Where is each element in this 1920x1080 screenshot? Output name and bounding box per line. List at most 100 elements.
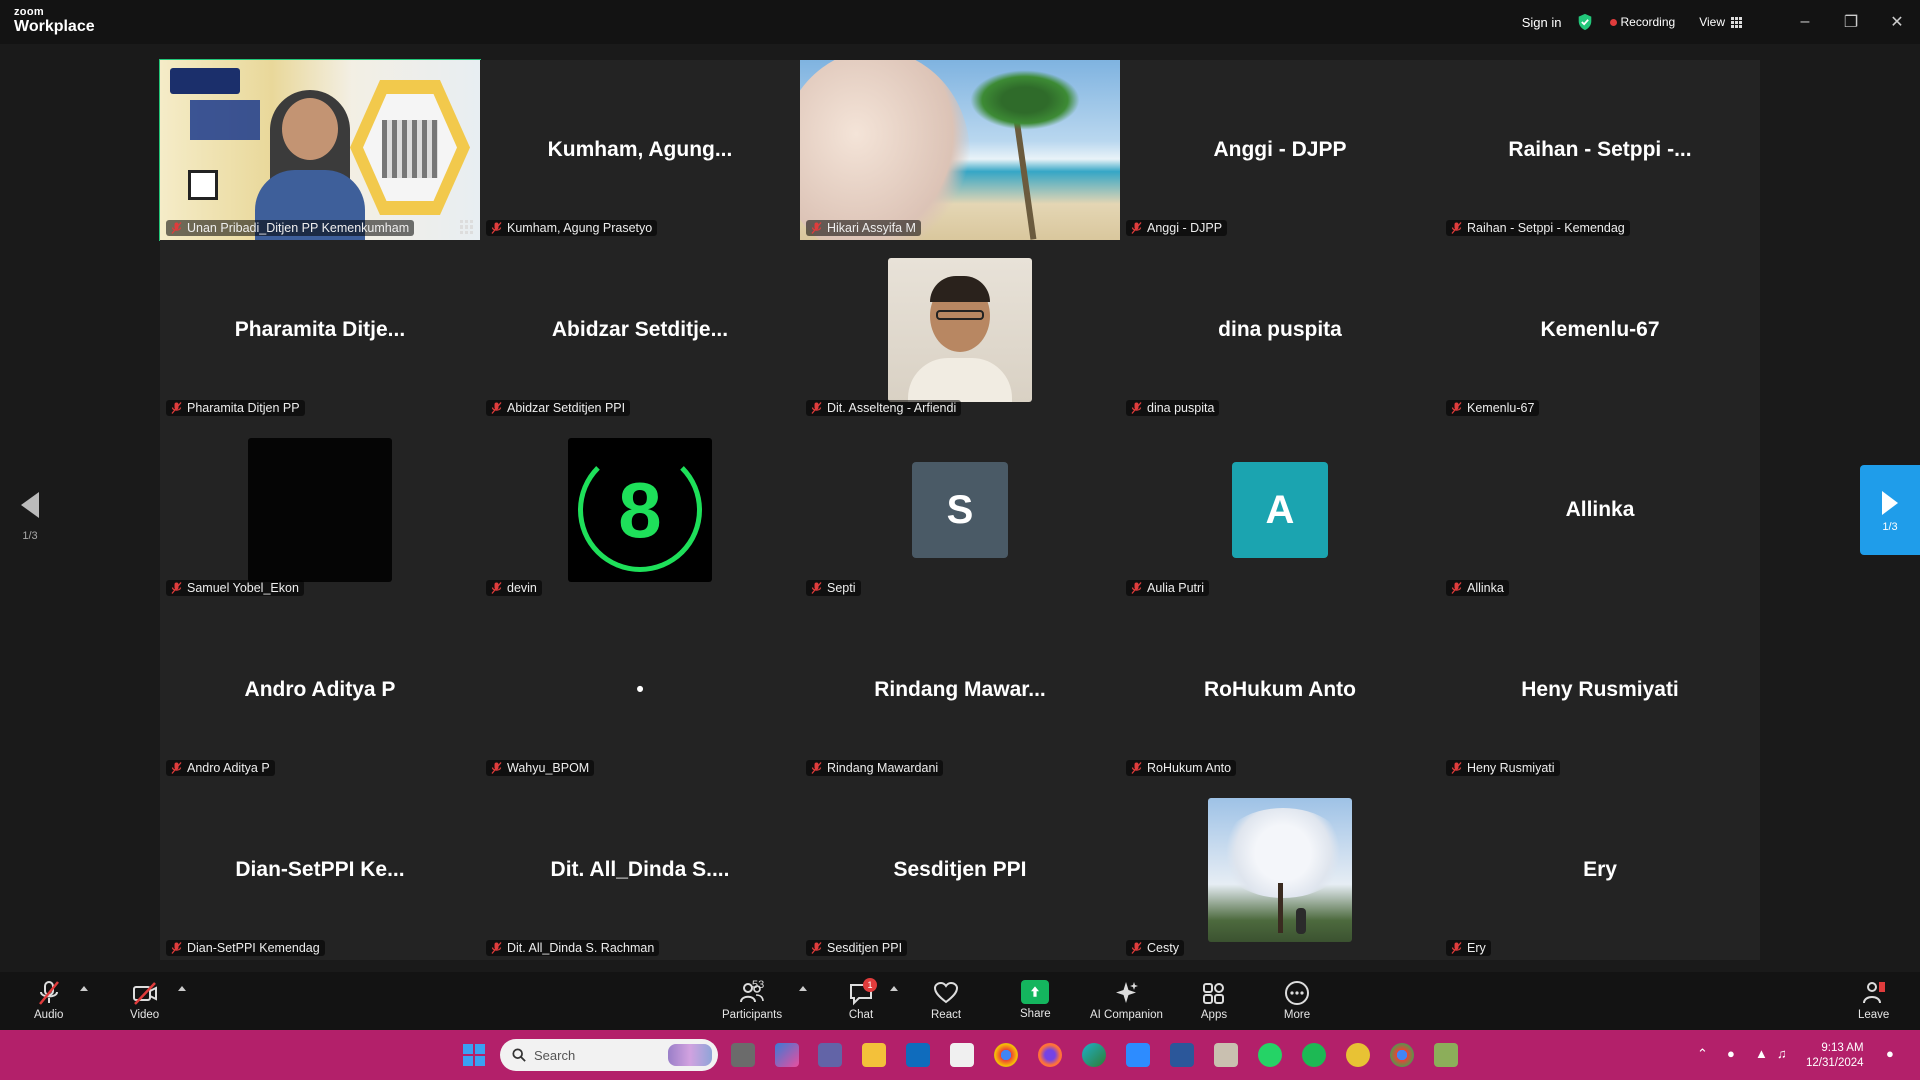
app-icon-9[interactable]	[1214, 1043, 1238, 1067]
previous-page-button[interactable]: 1/3	[16, 492, 44, 548]
participant-tile[interactable]: Abidzar Setditje... Abidzar Setditjen PPI	[480, 240, 800, 420]
participants-button[interactable]: 53 Participants	[722, 979, 782, 1021]
mic-muted-icon	[811, 222, 822, 234]
mic-muted-icon	[171, 582, 182, 594]
participant-tile[interactable]: Heny Rusmiyati Heny Rusmiyati	[1440, 600, 1760, 780]
participant-tile[interactable]: Pharamita Ditje... Pharamita Ditjen PP	[160, 240, 480, 420]
more-button[interactable]: More	[1283, 980, 1311, 1021]
firefox-icon[interactable]	[1038, 1043, 1062, 1067]
copilot-icon[interactable]	[775, 1043, 799, 1067]
whatsapp-icon[interactable]	[1258, 1043, 1282, 1067]
share-label: Share	[1020, 1008, 1051, 1020]
participant-tile[interactable]: Kemenlu-67 Kemenlu-67	[1440, 240, 1760, 420]
video-options-chevron-icon[interactable]	[178, 986, 186, 991]
microsoft-store-icon[interactable]	[950, 1043, 974, 1067]
participant-display-name: Ery	[1583, 858, 1617, 881]
apps-button[interactable]: Apps	[1200, 980, 1228, 1021]
speaker-icon[interactable]: ♫	[1777, 1046, 1787, 1061]
participant-tile[interactable]: Raihan - Setppi -... Raihan - Setppi - Ke…	[1440, 60, 1760, 240]
restore-button[interactable]: ❐	[1828, 0, 1874, 44]
outlook-icon[interactable]	[906, 1043, 930, 1067]
mic-muted-icon	[811, 402, 822, 414]
app-icon-14[interactable]	[1434, 1043, 1458, 1067]
more-label: More	[1283, 1009, 1311, 1021]
participant-tile[interactable]: Allinka Allinka	[1440, 420, 1760, 600]
windows-start-icon[interactable]	[463, 1044, 485, 1066]
participant-tile[interactable]: • Wahyu_BPOM	[480, 600, 800, 780]
participant-name: Pharamita Ditjen PP	[187, 401, 300, 415]
participant-tile[interactable]: S Septi	[800, 420, 1120, 600]
shield-check-icon[interactable]	[1576, 13, 1594, 31]
participant-name: devin	[507, 581, 537, 595]
taskbar-search-box[interactable]: Search	[500, 1039, 718, 1071]
participant-tile[interactable]: dina puspita dina puspita	[1120, 240, 1440, 420]
participant-tile[interactable]: Dit. Asselteng - Arfiendi	[800, 240, 1120, 420]
participant-tile[interactable]: Andro Aditya P Andro Aditya P	[160, 600, 480, 780]
participant-tile[interactable]: Samuel Yobel_Ekon	[160, 420, 480, 600]
meeting-toolbar: Audio Video 53 Participants 1 Chat React…	[0, 972, 1920, 1030]
teams-icon[interactable]	[818, 1043, 842, 1067]
task-view-icon[interactable]	[731, 1043, 755, 1067]
participant-name: Samuel Yobel_Ekon	[187, 581, 299, 595]
wifi-icon[interactable]: ▲	[1755, 1046, 1768, 1061]
more-icon	[1285, 981, 1309, 1005]
participant-tile[interactable]: Dit. All_Dinda S.... Dit. All_Dinda S. Ra…	[480, 780, 800, 960]
audio-options-chevron-icon[interactable]	[80, 986, 88, 991]
participant-name-label: Raihan - Setppi - Kemendag	[1446, 220, 1630, 236]
participant-tile[interactable]: RoHukum Anto RoHukum Anto	[1120, 600, 1440, 780]
participant-tile[interactable]: Ery Ery	[1440, 780, 1760, 960]
participant-tile[interactable]: 8 devin	[480, 420, 800, 600]
chat-options-chevron-icon[interactable]	[890, 986, 898, 991]
participant-tile[interactable]: Kumham, Agung... Kumham, Agung Prasetyo	[480, 60, 800, 240]
close-button[interactable]: ✕	[1874, 0, 1920, 44]
participant-tile[interactable]: Cesty	[1120, 780, 1440, 960]
mic-muted-icon	[171, 402, 182, 414]
participant-name-label: Abidzar Setditjen PPI	[486, 400, 631, 416]
view-button[interactable]: View	[1699, 15, 1742, 29]
drag-handle-icon[interactable]	[460, 220, 474, 234]
app-icon-12[interactable]	[1346, 1043, 1370, 1067]
spotify-icon[interactable]	[1302, 1043, 1326, 1067]
minimize-button[interactable]: –	[1782, 0, 1828, 44]
share-button[interactable]: Share	[1020, 980, 1051, 1020]
participant-tile[interactable]: Dian-SetPPI Ke... Dian-SetPPI Kemendag	[160, 780, 480, 960]
participant-tile[interactable]: Sesditjen PPI Sesditjen PPI	[800, 780, 1120, 960]
edge-icon[interactable]	[1082, 1043, 1106, 1067]
mic-muted-icon	[811, 582, 822, 594]
leave-button[interactable]: Leave	[1858, 980, 1889, 1021]
notification-bell-icon[interactable]: ●	[1886, 1046, 1894, 1061]
view-label: View	[1699, 15, 1725, 29]
sparkle-icon	[1116, 982, 1139, 1003]
participants-options-chevron-icon[interactable]	[799, 986, 807, 991]
logo-main-text: Workplace	[14, 18, 95, 35]
mic-muted-icon	[38, 981, 59, 1005]
react-button[interactable]: React	[931, 980, 961, 1021]
ai-companion-button[interactable]: AI Companion	[1090, 980, 1163, 1021]
participant-tile[interactable]: Unan Pribadi_Ditjen PP Kemenkumham	[159, 59, 481, 241]
participant-name-label: RoHukum Anto	[1126, 760, 1237, 776]
file-explorer-icon[interactable]	[862, 1043, 886, 1067]
mic-muted-icon	[811, 762, 822, 774]
microphone-icon[interactable]: ●	[1727, 1046, 1735, 1061]
next-page-button[interactable]: 1/3	[1860, 465, 1920, 555]
tray-chevron-up-icon[interactable]: ⌃	[1697, 1046, 1708, 1062]
recording-indicator[interactable]: Recording	[1609, 15, 1675, 29]
sign-in-button[interactable]: Sign in	[1522, 15, 1562, 30]
participant-tile[interactable]: Rindang Mawar... Rindang Mawardani	[800, 600, 1120, 780]
taskbar-clock[interactable]: 9:13 AM 12/31/2024	[1806, 1041, 1864, 1071]
mic-muted-icon	[171, 942, 182, 954]
participant-tile[interactable]: A Aulia Putri	[1120, 420, 1440, 600]
participant-name-label: Dian-SetPPI Kemendag	[166, 940, 325, 956]
participant-tile[interactable]: Hikari Assyifa M	[800, 60, 1120, 240]
participant-tile[interactable]: Anggi - DJPP Anggi - DJPP	[1120, 60, 1440, 240]
audio-button[interactable]: Audio	[34, 980, 63, 1021]
search-placeholder: Search	[534, 1047, 576, 1063]
participant-avatar: A	[1232, 462, 1328, 558]
video-button[interactable]: Video	[130, 980, 159, 1021]
chrome-icon[interactable]	[994, 1043, 1018, 1067]
zoom-taskbar-icon[interactable]	[1126, 1043, 1150, 1067]
word-icon[interactable]	[1170, 1043, 1194, 1067]
mic-muted-icon	[1131, 402, 1142, 414]
chat-button[interactable]: 1 Chat	[847, 978, 877, 1021]
chrome-profile-icon[interactable]	[1390, 1043, 1414, 1067]
